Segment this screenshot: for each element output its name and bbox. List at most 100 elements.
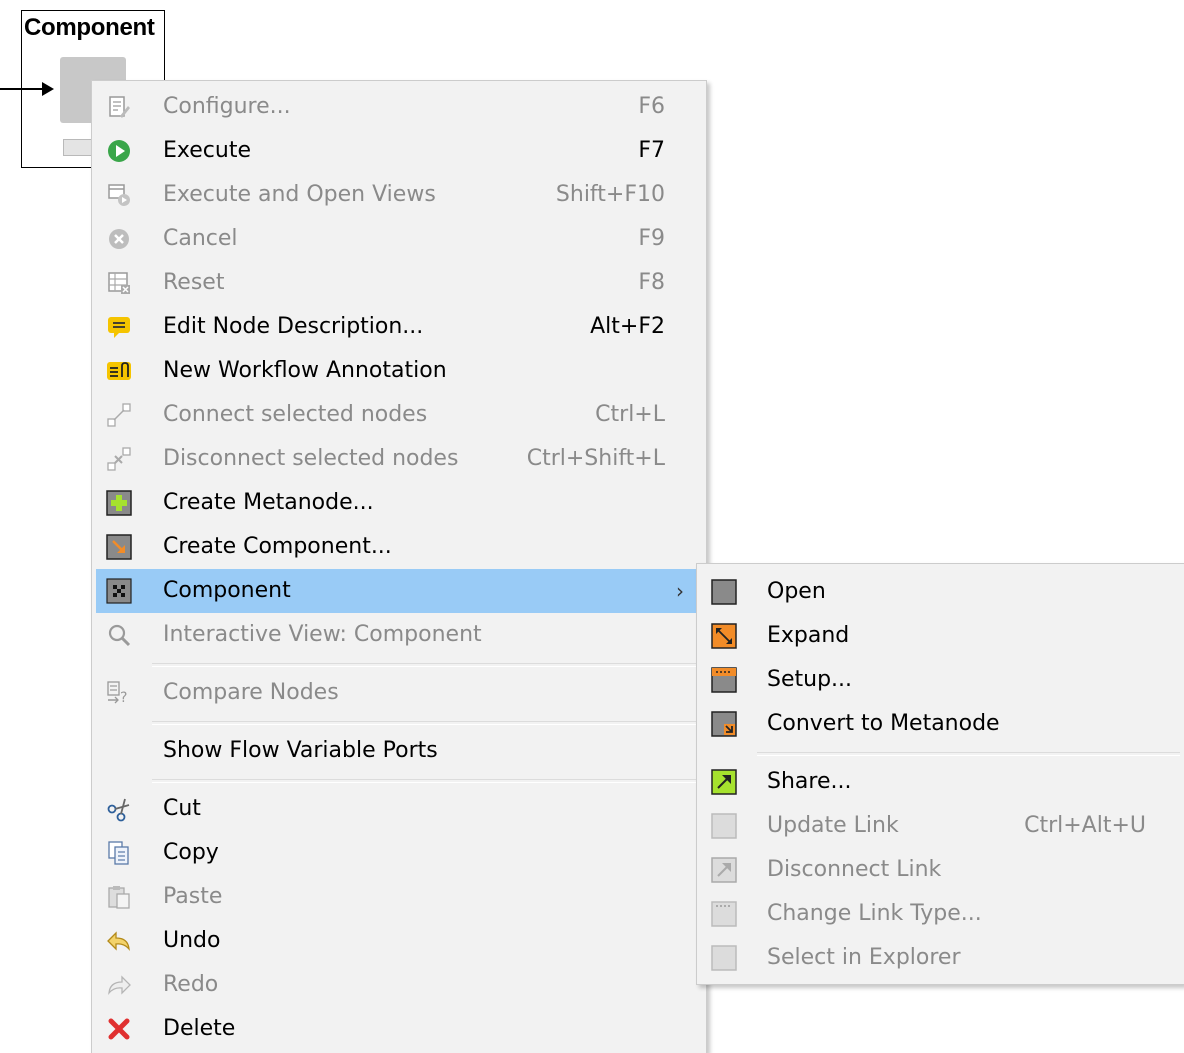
menu-item-shortcut: F7 bbox=[638, 138, 665, 163]
menu-item-redo[interactable]: Redo bbox=[96, 963, 702, 1007]
menu-item-label: Connect selected nodes bbox=[163, 402, 428, 427]
create-metanode-icon bbox=[106, 490, 132, 516]
menu-item-cut[interactable]: Cut bbox=[96, 787, 702, 831]
submenu-item-update-link[interactable]: Update Link Ctrl+Alt+U bbox=[701, 804, 1180, 848]
menu-item-reset[interactable]: Reset F8 bbox=[96, 261, 702, 305]
compare-nodes-icon: ? bbox=[106, 680, 132, 706]
submenu-item-label: Change Link Type... bbox=[767, 901, 982, 926]
configure-icon bbox=[106, 94, 132, 120]
share-icon bbox=[711, 769, 737, 795]
edit-description-icon bbox=[106, 314, 132, 340]
menu-item-show-flow-variable-ports[interactable]: Show Flow Variable Ports bbox=[96, 729, 702, 773]
menu-item-label: Show Flow Variable Ports bbox=[163, 738, 438, 763]
component-submenu: Open Expand Setup... Convert to Metanode… bbox=[696, 563, 1184, 985]
menu-item-label: Edit Node Description... bbox=[163, 314, 424, 339]
menu-item-component[interactable]: Component › bbox=[96, 569, 702, 613]
disconnect-link-icon bbox=[711, 857, 737, 883]
submenu-item-label: Expand bbox=[767, 623, 850, 648]
menu-item-label: Cancel bbox=[163, 226, 238, 251]
setup-icon bbox=[711, 667, 737, 693]
execute-open-views-icon bbox=[106, 182, 132, 208]
menu-separator bbox=[152, 721, 702, 725]
submenu-item-label: Setup... bbox=[767, 667, 853, 692]
submenu-item-share[interactable]: Share... bbox=[701, 760, 1180, 804]
redo-icon bbox=[106, 972, 132, 998]
menu-item-new-workflow-annotation[interactable]: New Workflow Annotation bbox=[96, 349, 702, 393]
submenu-item-label: Update Link bbox=[767, 813, 899, 838]
menu-item-undo[interactable]: Undo bbox=[96, 919, 702, 963]
paste-icon bbox=[106, 884, 132, 910]
menu-separator bbox=[152, 779, 702, 783]
magnifier-icon bbox=[106, 622, 132, 648]
menu-item-shortcut: F6 bbox=[638, 94, 665, 119]
menu-item-shortcut: Ctrl+Shift+L bbox=[526, 446, 665, 471]
convert-to-metanode-icon bbox=[711, 711, 737, 737]
submenu-item-expand[interactable]: Expand bbox=[701, 614, 1180, 658]
select-in-explorer-icon bbox=[711, 945, 737, 971]
submenu-item-label: Convert to Metanode bbox=[767, 711, 1000, 736]
node-status-traffic-light bbox=[63, 139, 93, 156]
delete-icon bbox=[106, 1016, 132, 1042]
menu-item-shortcut: F9 bbox=[638, 226, 665, 251]
expand-icon bbox=[711, 623, 737, 649]
menu-item-label: Reset bbox=[163, 270, 225, 295]
menu-item-label: Copy bbox=[163, 840, 219, 865]
menu-item-edit-node-description[interactable]: Edit Node Description... Alt+F2 bbox=[96, 305, 702, 349]
menu-item-label: Create Component... bbox=[163, 534, 392, 559]
menu-item-label: Undo bbox=[163, 928, 221, 953]
open-component-icon bbox=[711, 579, 737, 605]
submenu-item-select-in-explorer[interactable]: Select in Explorer bbox=[701, 936, 1180, 980]
menu-item-interactive-view[interactable]: Interactive View: Component bbox=[96, 613, 702, 657]
update-link-icon bbox=[711, 813, 737, 839]
menu-item-delete[interactable]: Delete bbox=[96, 1007, 702, 1051]
submenu-item-label: Open bbox=[767, 579, 826, 604]
reset-icon bbox=[106, 270, 132, 296]
submenu-item-label: Share... bbox=[767, 769, 852, 794]
submenu-item-open[interactable]: Open bbox=[701, 570, 1180, 614]
menu-item-label: Paste bbox=[163, 884, 223, 909]
menu-item-label: Interactive View: Component bbox=[163, 622, 482, 647]
menu-item-execute-open-views[interactable]: Execute and Open Views Shift+F10 bbox=[96, 173, 702, 217]
cancel-icon bbox=[106, 226, 132, 252]
menu-item-create-component[interactable]: Create Component... bbox=[96, 525, 702, 569]
menu-item-copy[interactable]: Copy bbox=[96, 831, 702, 875]
submenu-item-convert-to-metanode[interactable]: Convert to Metanode bbox=[701, 702, 1180, 746]
submenu-item-setup[interactable]: Setup... bbox=[701, 658, 1180, 702]
menu-item-paste[interactable]: Paste bbox=[96, 875, 702, 919]
scissors-icon bbox=[106, 796, 132, 822]
menu-item-execute[interactable]: Execute F7 bbox=[96, 129, 702, 173]
menu-item-label: Delete bbox=[163, 1016, 236, 1041]
menu-item-shortcut: Shift+F10 bbox=[555, 182, 665, 207]
menu-item-label: Execute and Open Views bbox=[163, 182, 436, 207]
submenu-item-disconnect-link[interactable]: Disconnect Link bbox=[701, 848, 1180, 892]
menu-item-label: Disconnect selected nodes bbox=[163, 446, 459, 471]
input-port-icon[interactable] bbox=[42, 82, 54, 96]
submenu-item-shortcut: Ctrl+Alt+U bbox=[1024, 813, 1146, 838]
disconnect-nodes-icon bbox=[106, 446, 132, 472]
menu-item-label: Compare Nodes bbox=[163, 680, 339, 705]
menu-item-configure[interactable]: Configure... F6 bbox=[96, 85, 702, 129]
svg-text:?: ? bbox=[120, 690, 127, 706]
undo-icon bbox=[106, 928, 132, 954]
execute-icon bbox=[106, 138, 132, 164]
menu-item-compare-nodes[interactable]: ? Compare Nodes bbox=[96, 671, 702, 715]
submenu-item-change-link-type[interactable]: Change Link Type... bbox=[701, 892, 1180, 936]
menu-item-create-metanode[interactable]: Create Metanode... bbox=[96, 481, 702, 525]
change-link-type-icon bbox=[711, 901, 737, 927]
menu-item-label: Execute bbox=[163, 138, 251, 163]
menu-item-shortcut: Alt+F2 bbox=[590, 314, 665, 339]
menu-item-connect-selected-nodes[interactable]: Connect selected nodes Ctrl+L bbox=[96, 393, 702, 437]
new-annotation-icon bbox=[106, 358, 132, 384]
menu-item-cancel[interactable]: Cancel F9 bbox=[96, 217, 702, 261]
submenu-item-label: Select in Explorer bbox=[767, 945, 961, 970]
menu-separator bbox=[152, 663, 702, 667]
submenu-arrow-icon: › bbox=[676, 579, 684, 603]
menu-item-shortcut: Ctrl+L bbox=[595, 402, 665, 427]
menu-item-label: Component bbox=[163, 578, 291, 603]
menu-item-label: Redo bbox=[163, 972, 219, 997]
menu-item-disconnect-selected-nodes[interactable]: Disconnect selected nodes Ctrl+Shift+L bbox=[96, 437, 702, 481]
component-icon bbox=[106, 578, 132, 604]
node-title: Component bbox=[24, 14, 155, 41]
menu-item-shortcut: F8 bbox=[638, 270, 665, 295]
submenu-separator bbox=[757, 752, 1180, 756]
